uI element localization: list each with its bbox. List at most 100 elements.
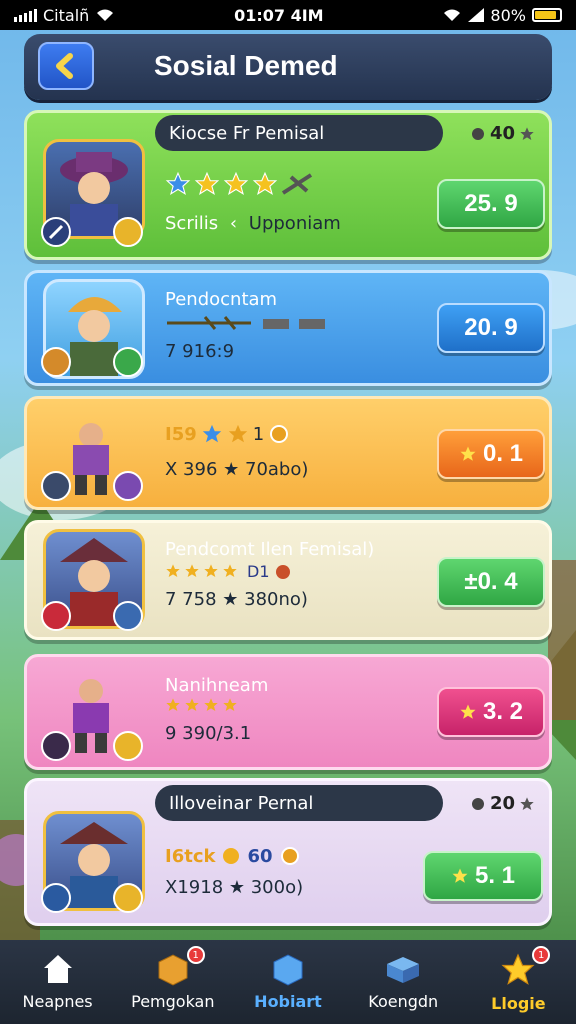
nav-label: Pemgokan xyxy=(131,992,215,1011)
clock: 01:07 4IM xyxy=(234,5,324,25)
star-icon xyxy=(223,171,249,195)
coin-icon xyxy=(113,883,143,913)
level-row: I6tck 60 xyxy=(165,845,301,867)
potion-icon xyxy=(275,565,290,579)
player-stats: 7 758 ★ 380no) xyxy=(165,589,308,610)
chevron-left-icon xyxy=(56,53,73,79)
page-title: Sosial Demed xyxy=(154,50,338,81)
medal-icon xyxy=(471,797,484,810)
star-icon xyxy=(204,564,218,577)
star-icon xyxy=(202,424,221,443)
nav-label: Hobiart xyxy=(254,992,322,1011)
wifi-icon xyxy=(444,9,461,21)
player-stats: X1918 ★ 300o) xyxy=(165,877,304,898)
signal-icon xyxy=(14,8,37,22)
stat-badge: D1 xyxy=(247,561,270,581)
sword-icon xyxy=(113,471,143,501)
star-icon xyxy=(185,564,199,577)
nav-item-crate[interactable]: 1 Pemgokan xyxy=(115,940,230,1024)
star-icon xyxy=(223,564,237,577)
notification-badge: 1 xyxy=(532,946,551,964)
rank-label-pill: Kiocse Fr Pemisal xyxy=(155,115,443,151)
leaderboard-card[interactable]: I59 1 X 396 ★ 70abo) 0. 1 xyxy=(24,396,552,510)
arrow-icon xyxy=(167,316,251,330)
star-icon xyxy=(185,698,199,711)
anvil-icon xyxy=(263,319,289,329)
coin-icon xyxy=(113,731,143,761)
player-name: Nanihneam xyxy=(165,675,269,696)
points-badge: 20 xyxy=(470,793,535,814)
notification-badge: 1 xyxy=(186,946,205,964)
leaderboard-card[interactable]: Pendocntam 7 916:9 20. 9 xyxy=(24,270,552,386)
gear-icon xyxy=(270,425,289,443)
player-name: Pendocntam xyxy=(165,289,278,310)
nav-label: Koengdn xyxy=(368,992,439,1011)
leaderboard-card[interactable]: Nanihneam 9 390/3.1 3. 2 xyxy=(24,654,552,770)
nav-item-cube[interactable]: Hobiart xyxy=(230,940,345,1024)
status-bar: Citalñ 01:07 4IM 80% xyxy=(0,0,576,30)
player-stats: 7 916:9 xyxy=(165,341,235,362)
battery-icon xyxy=(531,8,562,22)
bottom-nav: Neapnes 1 Pemgokan Hobiart Koengdn 1 Llo… xyxy=(0,940,576,1024)
star-icon xyxy=(228,424,247,443)
gem-icon xyxy=(113,601,143,631)
cube-icon xyxy=(273,954,303,986)
nav-label: Neapnes xyxy=(22,992,93,1011)
points-badge: 40 xyxy=(470,123,535,144)
shield-icon xyxy=(41,347,71,377)
sword-icon xyxy=(41,883,71,913)
star-rating: D1 xyxy=(165,561,293,581)
score-button[interactable]: 5. 1 xyxy=(423,851,543,901)
leaderboard-card[interactable]: Pendcomt Ilen Femisal) D1 7 758 ★ 380no)… xyxy=(24,520,552,640)
star-rating xyxy=(165,697,238,713)
score-button[interactable]: 3. 2 xyxy=(437,687,545,737)
rank-label-pill: Illoveinar Pernal xyxy=(155,785,443,821)
score-button[interactable]: ±0. 4 xyxy=(437,557,545,607)
player-stats: 9 390/3.1 xyxy=(165,723,252,744)
coin-icon xyxy=(113,217,143,247)
battery-percent: 80% xyxy=(490,5,526,25)
leaf-icon xyxy=(113,347,143,377)
header-bar: Sosial Demed xyxy=(24,34,552,100)
player-stats: X 396 ★ 70abo) xyxy=(165,459,309,480)
sword-icon xyxy=(41,731,71,761)
star-icon xyxy=(223,698,237,711)
star-icon xyxy=(460,446,476,461)
coin-icon xyxy=(223,848,240,864)
player-name: Pendcomt Ilen Femisal) xyxy=(165,539,375,560)
ring-icon xyxy=(41,471,71,501)
star-icon xyxy=(252,171,278,195)
anvil-icon xyxy=(299,319,325,329)
star-icon xyxy=(460,704,476,719)
star-icon xyxy=(520,126,534,140)
nav-item-box[interactable]: Koengdn xyxy=(346,940,461,1024)
star-rating xyxy=(165,171,315,197)
score-button[interactable]: 0. 1 xyxy=(437,429,545,479)
star-icon xyxy=(165,171,191,195)
crossbow-icon xyxy=(281,173,313,195)
back-button[interactable] xyxy=(38,42,94,90)
leaderboard-card[interactable]: Kiocse Fr Pemisal 40 Scrilis ‹ Upponiam … xyxy=(24,110,552,260)
nav-label: Llogie xyxy=(491,994,546,1013)
level-row: I59 1 xyxy=(165,423,290,445)
sword-icon xyxy=(41,217,71,247)
weapon-icons xyxy=(165,311,327,335)
star-badge-icon xyxy=(41,601,71,631)
crate-icon xyxy=(158,954,188,986)
cell-signal-icon xyxy=(468,8,485,22)
score-button[interactable]: 25. 9 xyxy=(437,179,545,229)
box-icon xyxy=(387,957,420,983)
medal-icon xyxy=(471,127,484,140)
star-icon xyxy=(452,868,468,883)
star-icon xyxy=(194,171,220,195)
gear-icon xyxy=(280,847,299,865)
nav-item-home[interactable]: Neapnes xyxy=(0,940,115,1024)
leaderboard-card[interactable]: Illoveinar Pernal 20 I6tck 60 X1918 ★ 30… xyxy=(24,778,552,926)
nav-item-star[interactable]: 1 Llogie xyxy=(461,940,576,1024)
star-icon xyxy=(204,698,218,711)
player-subtitle: Scrilis ‹ Upponiam xyxy=(165,213,341,234)
star-icon xyxy=(166,564,180,577)
home-icon xyxy=(43,955,72,983)
score-button[interactable]: 20. 9 xyxy=(437,303,545,353)
wifi-icon xyxy=(97,9,114,21)
